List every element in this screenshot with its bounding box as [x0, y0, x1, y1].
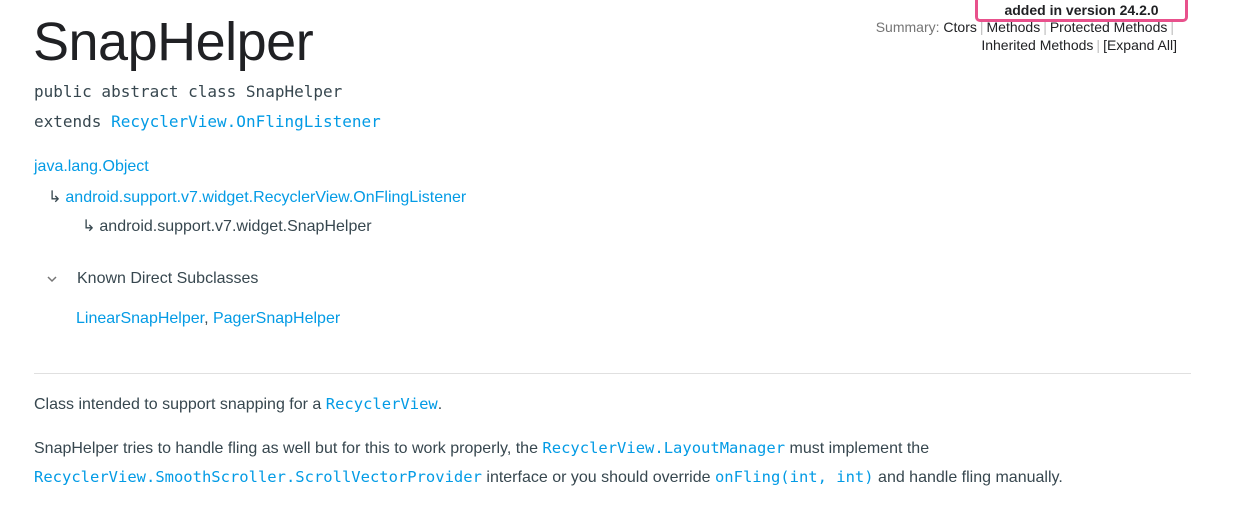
desc-text: and handle fling manually.	[873, 469, 1063, 486]
onfling-link[interactable]: onFling(int, int)	[715, 468, 874, 486]
subclasses-toggle[interactable]: Known Direct Subclasses	[47, 270, 258, 288]
inheritance-arrow-icon: ↳	[48, 189, 62, 206]
extends-link[interactable]: RecyclerView.OnFlingListener	[111, 112, 381, 131]
summary-link-protected-methods[interactable]: Protected Methods	[1050, 19, 1168, 35]
hierarchy-link-object[interactable]: java.lang.Object	[34, 158, 149, 175]
description-paragraph-2: SnapHelper tries to handle fling as well…	[34, 434, 1194, 492]
summary-link-methods[interactable]: Methods	[987, 19, 1041, 35]
extends-declaration: extends RecyclerView.OnFlingListener	[34, 112, 381, 131]
chevron-down-icon	[47, 276, 57, 283]
subclass-link-linear[interactable]: LinearSnapHelper	[76, 310, 204, 327]
subclass-separator: ,	[204, 310, 213, 327]
recyclerview-link[interactable]: RecyclerView	[326, 395, 438, 413]
summary-nav: Summary: Ctors | Methods | Protected Methods…	[875, 19, 1177, 53]
section-divider	[34, 373, 1191, 374]
hierarchy-link-onflinglistener[interactable]: android.support.v7.widget.RecyclerView.O…	[65, 189, 466, 206]
summary-link-ctors[interactable]: Ctors	[943, 19, 976, 35]
desc-text: Class intended to support snapping for a	[34, 396, 326, 413]
hierarchy-current-class: android.support.v7.widget.SnapHelper	[99, 218, 372, 235]
subclass-link-pager[interactable]: PagerSnapHelper	[213, 310, 340, 327]
layoutmanager-link[interactable]: RecyclerView.LayoutManager	[542, 439, 785, 457]
hierarchy-level-2: ↳ android.support.v7.widget.SnapHelper	[82, 216, 372, 236]
inheritance-arrow-icon: ↳	[82, 218, 96, 235]
desc-text: SnapHelper tries to handle fling as well…	[34, 440, 543, 457]
subclasses-header-label: Known Direct Subclasses	[77, 270, 259, 287]
desc-text: must implement the	[785, 440, 930, 457]
summary-label: Summary:	[875, 19, 940, 35]
summary-link-expand-all[interactable]: [Expand All]	[1103, 37, 1177, 53]
desc-text: interface or you should override	[481, 469, 715, 486]
summary-link-inherited-methods[interactable]: Inherited Methods	[981, 37, 1093, 53]
desc-text: .	[437, 396, 443, 413]
scrollvectorprovider-link[interactable]: RecyclerView.SmoothScroller.ScrollVector…	[34, 468, 482, 486]
hierarchy-level-1: ↳ android.support.v7.widget.RecyclerView.…	[48, 187, 466, 207]
description-paragraph-1: Class intended to support snapping for a…	[34, 390, 442, 419]
subclasses-list: LinearSnapHelper, PagerSnapHelper	[76, 310, 340, 328]
page-title: SnapHelper	[33, 12, 314, 72]
extends-keyword: extends	[34, 112, 102, 131]
hierarchy-root: java.lang.Object	[34, 158, 149, 176]
class-declaration: public abstract class SnapHelper	[34, 82, 343, 101]
